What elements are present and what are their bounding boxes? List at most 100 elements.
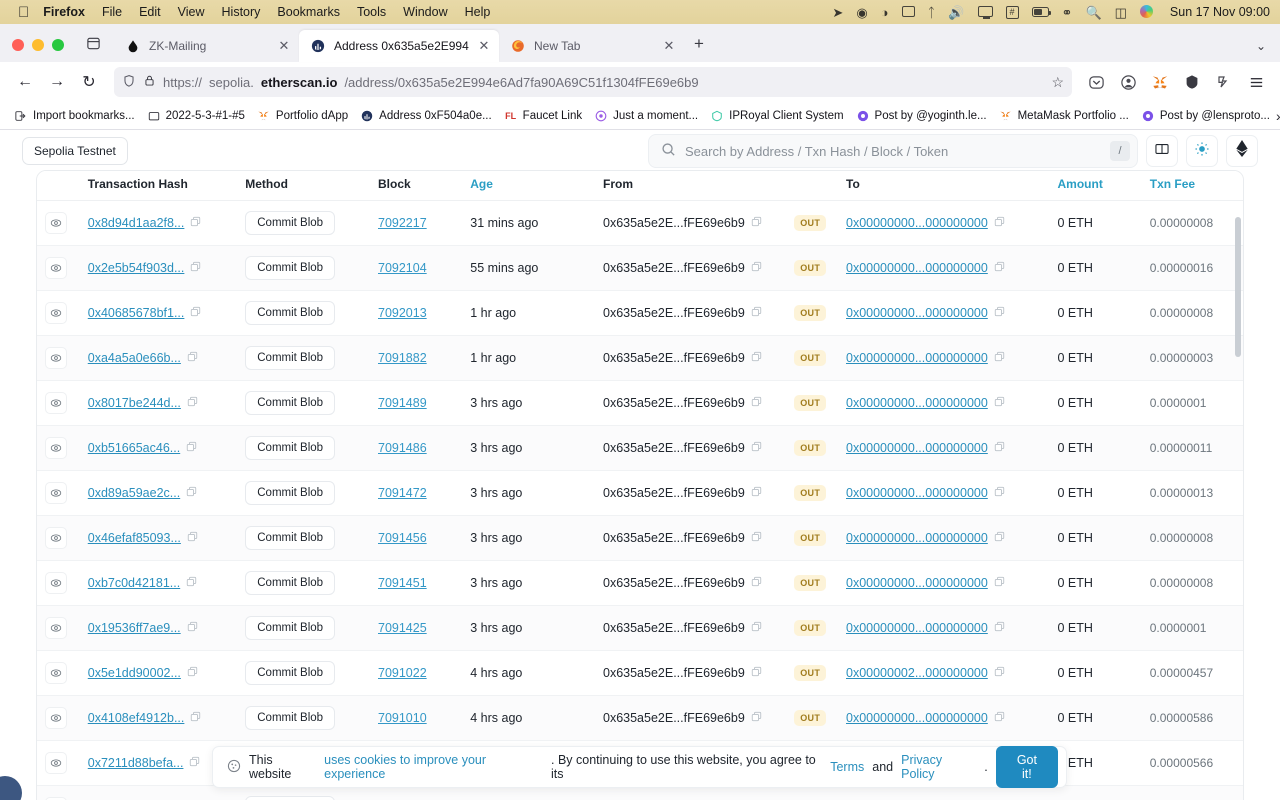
copy-icon[interactable] [751,486,762,500]
copy-icon[interactable] [187,351,198,365]
transaction-hash-link[interactable]: 0xb51665ac46... [88,441,180,455]
reload-button[interactable]: ↻ [74,67,104,97]
copy-icon[interactable] [994,216,1005,230]
col-method[interactable]: Method [237,171,370,201]
copy-icon[interactable] [994,576,1005,590]
to-address-link[interactable]: 0x00000000...000000000 [846,261,988,275]
url-bar[interactable]: https:// sepolia. etherscan.io/address/0x6… [114,67,1072,97]
color-wheel-icon[interactable] [1139,4,1153,20]
display-icon[interactable] [977,5,993,19]
minimize-window-button[interactable] [32,39,44,51]
copy-icon[interactable] [751,216,762,230]
to-address-link[interactable]: 0x00000000...000000000 [846,351,988,365]
eye-icon[interactable] [45,527,67,549]
menu-bar-clock[interactable]: Sun 17 Nov 09:00 [1170,5,1270,19]
method-badge[interactable]: Commit Blob [245,706,336,730]
eye-icon[interactable] [45,617,67,639]
copy-icon[interactable] [751,441,762,455]
method-badge[interactable]: Commit Blob [245,661,336,685]
copy-icon[interactable] [186,441,197,455]
close-tab-icon[interactable]: ✕ [662,38,676,54]
table-row[interactable]: 0xb7c0d42181... Commit Blob 7091451 3 hrs a… [37,560,1243,606]
col-amount[interactable]: Amount [1049,171,1142,201]
copy-icon[interactable] [994,261,1005,275]
table-row[interactable]: 0x4108ef4912b... Commit Blob 7091010 4 hrs … [37,695,1243,741]
browser-tab-etherscan-address[interactable]: Address 0x635a5e2E994e6Ad7 ✕ [299,30,499,62]
copy-icon[interactable] [994,531,1005,545]
transaction-hash-link[interactable]: 0xa4a5a0e66b... [88,351,181,365]
block-link[interactable]: 7091010 [378,711,427,725]
copy-icon[interactable] [994,396,1005,410]
cookie-link-uses-cookies[interactable]: uses cookies to improve your experience [324,753,543,781]
menu-item-bookmarks[interactable]: Bookmarks [277,5,340,19]
to-address-link[interactable]: 0x00000000...000000000 [846,216,988,230]
eye-icon[interactable] [45,482,67,504]
bookmark-folder-2022[interactable]: 2022-5-3-#1-#5 [141,106,251,126]
copy-icon[interactable] [994,306,1005,320]
extension-icon[interactable] [1210,68,1238,96]
table-row[interactable]: 0x5e1dd90002... Commit Blob 7091022 4 hrs a… [37,650,1243,696]
block-link[interactable]: 7091486 [378,441,427,455]
copy-icon[interactable] [190,216,201,230]
bookmark-portfolio-dapp[interactable]: Portfolio dApp [251,106,354,126]
table-row[interactable]: 0xb51665ac46... Commit Blob 7091486 3 hrs a… [37,425,1243,471]
cookie-link-privacy-policy[interactable]: Privacy Policy [901,753,976,781]
new-tab-button[interactable]: + [684,29,714,59]
copy-icon[interactable] [751,306,762,320]
transaction-hash-link[interactable]: 0x2e5b54f903d... [88,261,185,275]
to-address-link[interactable]: 0x00000000...000000000 [846,576,988,590]
transaction-hash-link[interactable]: 0x8d94d1aa2f8... [88,216,185,230]
control-center-icon[interactable]: ◫ [1115,6,1127,19]
copy-icon[interactable] [751,351,762,365]
transaction-hash-link[interactable]: 0xb7c0d42181... [88,576,180,590]
eye-icon[interactable] [45,572,67,594]
metamask-icon[interactable] [1146,68,1174,96]
block-link[interactable]: 7091022 [378,666,427,680]
menu-item-help[interactable]: Help [465,5,491,19]
menu-item-edit[interactable]: Edit [139,5,161,19]
col-age[interactable]: Age [462,171,595,201]
copy-icon[interactable] [187,666,198,680]
copy-icon[interactable] [187,531,198,545]
eye-icon[interactable] [45,212,67,234]
close-tab-icon[interactable]: ✕ [277,38,291,54]
bookmark-metamask-portfolio[interactable]: MetaMask Portfolio ... [993,106,1135,126]
bookmark-post-lensproto[interactable]: Post by @lensproto... [1135,106,1276,126]
copy-icon[interactable] [186,576,197,590]
col-txn-fee[interactable]: Txn Fee [1141,171,1243,201]
shazam-icon[interactable]: ◉ [856,6,867,19]
pocket-icon[interactable] [1082,68,1110,96]
block-link[interactable]: 7092013 [378,306,427,320]
to-address-link[interactable]: 0x00000000...000000000 [846,486,988,500]
docs-button[interactable] [1146,135,1178,167]
location-arrow-icon[interactable]: ➤ [832,6,843,19]
method-badge[interactable]: Commit Blob [245,571,336,595]
table-row[interactable]: 0x8017be244d... Commit Blob 7091489 3 hrs a… [37,380,1243,426]
search-bar[interactable]: Search by Address / Txn Hash / Block / T… [648,134,1138,168]
block-link[interactable]: 7091451 [378,576,427,590]
copy-icon[interactable] [187,621,198,635]
col-to[interactable]: To [838,171,1050,201]
search-icon[interactable]: 🔍 [1085,6,1101,19]
browser-tab-zk-mailing[interactable]: ZK-Mailing ✕ [114,30,299,62]
eye-icon[interactable] [45,707,67,729]
shield-icon[interactable] [122,74,136,91]
grid-icon[interactable]: # [1005,5,1019,19]
to-address-link[interactable]: 0x00000000...000000000 [846,396,988,410]
menu-item-window[interactable]: Window [403,5,447,19]
table-row[interactable]: 0xd89a59ae2c... Commit Blob 7091472 3 hrs a… [37,470,1243,516]
col-block[interactable]: Block [370,171,463,201]
eye-icon[interactable] [45,347,67,369]
block-link[interactable]: 7091425 [378,621,427,635]
menu-item-view[interactable]: View [178,5,205,19]
copy-icon[interactable] [994,711,1005,725]
hamburger-menu-icon[interactable] [1242,68,1270,96]
copy-icon[interactable] [186,486,197,500]
transaction-hash-link[interactable]: 0x8017be244d... [88,396,181,410]
bluetooth-icon[interactable]: ᛏ [928,6,936,19]
copy-icon[interactable] [751,531,762,545]
method-badge[interactable]: Commit Blob [245,526,336,550]
table-row[interactable]: 0x8d94d1aa2f8... Commit Blob 7092217 31 min… [37,200,1243,246]
method-badge[interactable]: Commit Blob [245,796,336,800]
method-badge[interactable]: Commit Blob [245,211,336,235]
